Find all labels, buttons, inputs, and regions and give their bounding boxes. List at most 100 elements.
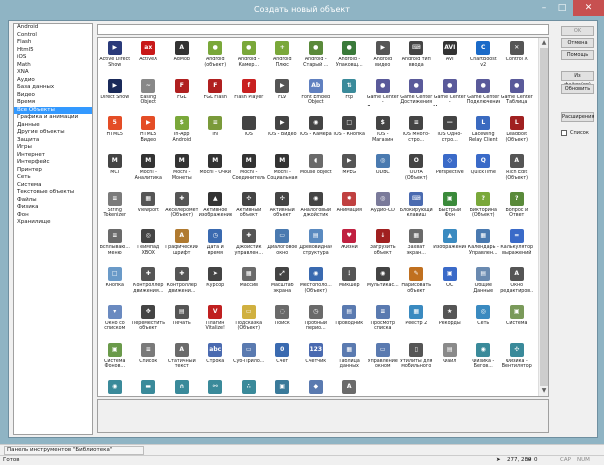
object-tile[interactable]: ●Game Center Таблица ре...: [500, 76, 534, 114]
object-tile[interactable]: ◎ Геймпад XBOX: [132, 226, 166, 264]
object-tile[interactable]: O OUYA (Объект): [400, 151, 434, 189]
object-tile[interactable]: ⌨ Android тип ввода: [400, 38, 434, 76]
category-item[interactable]: Игры: [14, 144, 92, 152]
category-item[interactable]: Flash: [14, 39, 92, 47]
object-tile[interactable]: ✥ Переместить объект: [132, 302, 166, 340]
category-item[interactable]: Защита: [14, 137, 92, 145]
category-item[interactable]: Видео: [14, 92, 92, 100]
object-tile[interactable]: M Mochi - Социальная: [266, 151, 300, 189]
object-tile[interactable]: ⋮ Микшер: [333, 264, 367, 302]
object-tile[interactable]: ⤢ Масштаб экрана: [266, 264, 300, 302]
object-tile[interactable]: ▭ Диалоговое окно: [266, 226, 300, 264]
object-tile[interactable]: L Leadbolt (Объект): [500, 113, 534, 151]
object-tile[interactable]: ▤ Проводник: [333, 302, 367, 340]
category-item[interactable]: Другие объекты: [14, 129, 92, 137]
object-tile[interactable]: ✸ Анимация: [333, 189, 367, 227]
scroll-up-arrow-icon[interactable]: ▲: [539, 38, 548, 48]
vertical-scrollbar[interactable]: ▲ ▼: [538, 38, 548, 396]
from-file-button[interactable]: Из файла(ов): [561, 71, 594, 88]
object-tile[interactable]: ▦ Календарь - Управлен...: [467, 226, 501, 264]
object-tile[interactable]: ⚯Физика - Соединение: [199, 377, 233, 396]
object-tile[interactable]: ? Викторина (Объект): [467, 189, 501, 227]
category-list[interactable]: Android Control Flash Html5 iOS Math XNA Аудио Б…: [13, 23, 93, 435]
object-tile[interactable]: ➤ Курсор: [199, 264, 233, 302]
category-item[interactable]: Сеть: [14, 174, 92, 182]
category-item[interactable]: Интерфейс: [14, 159, 92, 167]
library-toolbar-tab[interactable]: Панель инструментов "Библиотека": [4, 446, 144, 455]
object-tile[interactable]: ♥ Жизни: [333, 226, 367, 264]
object-tile[interactable]: ● Android - Камер...: [232, 38, 266, 76]
update-button[interactable]: Обновить: [561, 84, 594, 94]
object-tile[interactable]: ▣ Система: [500, 302, 534, 340]
category-item[interactable]: Аудио: [14, 77, 92, 85]
object-tile[interactable]: ≡ iOS Много-стро...: [400, 113, 434, 151]
object-tile[interactable]: ▲ Изображение: [433, 226, 467, 264]
object-tile[interactable]: ● Android (объект): [199, 38, 233, 76]
object-tile[interactable]: ≡ Список: [132, 340, 166, 378]
object-tile[interactable]: M Mochi - Соединитель: [232, 151, 266, 189]
category-item[interactable]: Все Объекты: [14, 106, 92, 114]
object-tile[interactable]: ◖ Mouse object: [299, 151, 333, 189]
object-tile[interactable]: ◆Форма окна: [299, 377, 333, 396]
object-tile[interactable]: ▬Физика - Земля: [132, 377, 166, 396]
maximize-button[interactable]: □: [553, 0, 571, 16]
category-item[interactable]: Хранилище: [14, 219, 92, 227]
object-tile[interactable]: AVI AVI: [433, 38, 467, 76]
object-tile[interactable]: ax ActiveX: [132, 38, 166, 76]
object-tile[interactable]: ◉ Мультикас...: [366, 264, 400, 302]
object-tile[interactable]: ~ Easing Object: [132, 76, 166, 114]
object-tile[interactable]: ? Вопрос и Ответ: [500, 189, 534, 227]
object-tile[interactable]: ≡ String Tokenizer: [98, 189, 132, 227]
object-tile[interactable]: ✚ Джойстик управлен...: [232, 226, 266, 264]
list-checkbox[interactable]: Список: [561, 129, 601, 137]
object-tile[interactable]: ◉ Местополо... (Объект): [299, 264, 333, 302]
category-item[interactable]: Физика: [14, 204, 92, 212]
category-item[interactable]: XNA: [14, 69, 92, 77]
object-tile[interactable]: $ In-App Android: [165, 113, 199, 151]
object-tile[interactable]: ▶ Direct Show: [98, 76, 132, 114]
object-tile[interactable]: ✚ Акселерометр (Объект): [165, 189, 199, 227]
object-tile[interactable]: M MCI: [98, 151, 132, 189]
object-tile[interactable]: ▶ FLV: [266, 76, 300, 114]
cancel-button[interactable]: Отмена: [561, 38, 594, 48]
object-tile[interactable]: ● Android - Упаковщ...: [333, 38, 367, 76]
object-tile[interactable]: ▶ Android видео: [366, 38, 400, 76]
category-item[interactable]: Control: [14, 32, 92, 40]
object-tile[interactable]: ▦ Захват экран...: [400, 226, 434, 264]
object-tile[interactable]: ▦ Viewport: [132, 189, 166, 227]
object-tile[interactable]: ▭ Суб-Прило...: [232, 340, 266, 378]
object-tile[interactable]: ▤ Файл: [433, 340, 467, 378]
object-tile[interactable]: ▶ iOS - Видео: [266, 113, 300, 151]
object-tile[interactable]: ✕ Control X: [500, 38, 534, 76]
object-tile[interactable]: ◇ Perspective: [433, 151, 467, 189]
object-tile[interactable]: ⇅ Ftp: [333, 76, 367, 114]
object-tile[interactable]: Ab Font Embed Object: [299, 76, 333, 114]
ok-button[interactable]: OK: [561, 26, 594, 36]
object-tile[interactable]: ∩Физика - Магнит: [165, 377, 199, 396]
object-tile[interactable]: ✣ Активный объект: [266, 189, 300, 227]
object-tile[interactable]: = Калькулятор выражений: [500, 226, 534, 264]
category-item[interactable]: iOS: [14, 54, 92, 62]
object-tile[interactable]: ● Game Center Достижения: [400, 76, 434, 114]
object-tile[interactable]: ◉ iOS - Камера: [299, 113, 333, 151]
object-tile[interactable]: □ Кнопка: [98, 264, 132, 302]
object-tile[interactable]: ●Game Center - Достижения: [366, 76, 400, 114]
object-tile[interactable]: A AdMob: [165, 38, 199, 76]
object-tile[interactable]: ≡ Ini: [199, 113, 233, 151]
category-item[interactable]: Android: [14, 24, 92, 32]
scroll-thumb[interactable]: [540, 48, 548, 386]
object-tile[interactable]: ▦ Массив: [232, 264, 266, 302]
object-tile[interactable]: ★ Рекорды: [433, 302, 467, 340]
object-tile[interactable]: ∴Физика - Частицы: [232, 377, 266, 396]
category-item[interactable]: Html5: [14, 47, 92, 55]
object-tile[interactable]: ▤ Древовидная структура: [299, 226, 333, 264]
object-tile[interactable]: A Графический шрифт: [165, 226, 199, 264]
object-tile[interactable]: ↓ Загрузить объект: [366, 226, 400, 264]
object-tile[interactable]: ▯ Утилиты для мобильного: [400, 340, 434, 378]
object-tile[interactable]: V Плагин Vitalize!: [199, 302, 233, 340]
category-item[interactable]: Файлы: [14, 197, 92, 205]
category-item[interactable]: Данные: [14, 122, 92, 130]
category-item[interactable]: Math: [14, 62, 92, 70]
object-tile[interactable]: ◌ Поиск: [266, 302, 300, 340]
object-tile[interactable]: ▣Фон: [266, 377, 300, 396]
